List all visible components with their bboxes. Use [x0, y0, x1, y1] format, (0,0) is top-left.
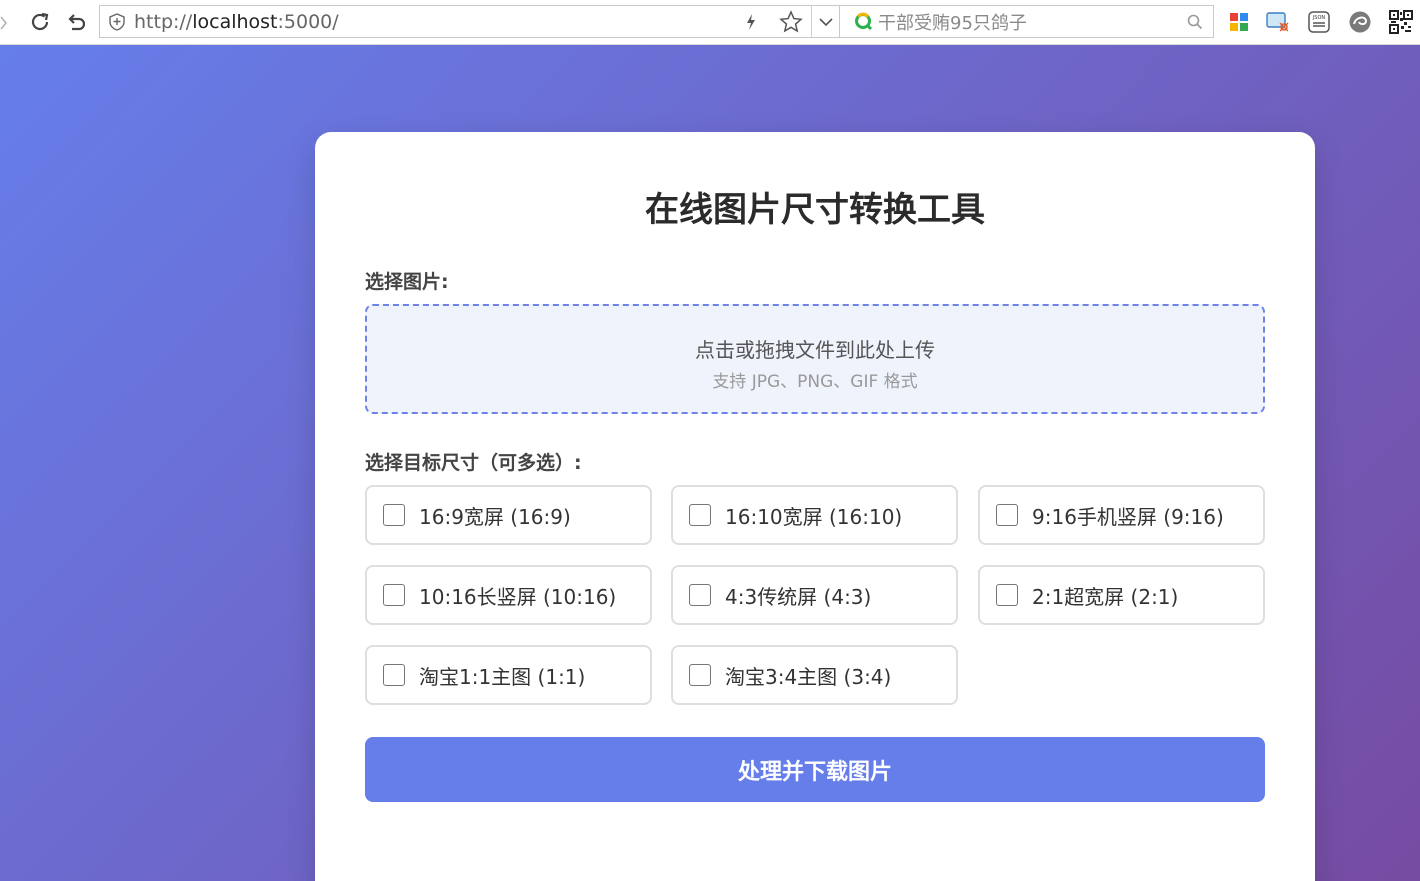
dropzone-format-hint: 支持 JPG、PNG、GIF 格式 — [712, 372, 918, 392]
size-option-label: 淘宝1:1主图 (1:1) — [419, 664, 586, 689]
page-background: 在线图片尺寸转换工具 选择图片: 点击或拖拽文件到此处上传 支持 JPG、PNG… — [0, 45, 1420, 881]
search-icon[interactable] — [1187, 14, 1203, 30]
url-text[interactable]: http://localhost:5000/ — [134, 11, 731, 33]
size-option-16-10[interactable]: 16:10宽屏 (16:10) — [671, 485, 958, 545]
swirl-extension-icon[interactable] — [1348, 10, 1372, 34]
size-option-2-1[interactable]: 2:1超宽屏 (2:1) — [978, 565, 1265, 625]
chevron-down-icon[interactable] — [812, 6, 839, 37]
size-option-label: 10:16长竖屏 (10:16) — [419, 584, 617, 609]
target-size-label: 选择目标尺寸（可多选）: — [365, 452, 582, 474]
process-download-button[interactable]: 处理并下载图片 — [365, 737, 1265, 802]
search-input[interactable]: 干部受贿95只鸽子 — [878, 9, 1187, 35]
file-dropzone[interactable]: 点击或拖拽文件到此处上传 支持 JPG、PNG、GIF 格式 — [365, 304, 1265, 414]
checkbox[interactable] — [383, 664, 405, 686]
back-arrow-icon[interactable] — [0, 16, 8, 30]
address-bar[interactable]: http://localhost:5000/ — [99, 5, 840, 38]
checkbox[interactable] — [383, 504, 405, 526]
size-option-taobao-3-4[interactable]: 淘宝3:4主图 (3:4) — [671, 645, 958, 705]
json-viewer-icon[interactable]: JSON — [1307, 10, 1331, 34]
size-option-label: 淘宝3:4主图 (3:4) — [725, 664, 892, 689]
browser-toolbar: http://localhost:5000/ 干部受贿95只鸽子 JSON — [0, 0, 1420, 45]
checkbox[interactable] — [689, 664, 711, 686]
size-options-grid: 16:9宽屏 (16:9) 16:10宽屏 (16:10) 9:16手机竖屏 (… — [365, 485, 1265, 707]
size-option-taobao-1-1[interactable]: 淘宝1:1主图 (1:1) — [365, 645, 652, 705]
url-rest: :5000/ — [277, 10, 339, 33]
refresh-icon — [31, 12, 49, 31]
size-option-label: 4:3传统屏 (4:3) — [725, 584, 872, 609]
size-option-9-16[interactable]: 9:16手机竖屏 (9:16) — [978, 485, 1265, 545]
checkbox[interactable] — [383, 584, 405, 606]
lightning-icon[interactable] — [731, 6, 771, 37]
refresh-button[interactable] — [26, 8, 54, 36]
size-option-label: 9:16手机竖屏 (9:16) — [1032, 504, 1224, 529]
size-option-10-16[interactable]: 10:16长竖屏 (10:16) — [365, 565, 652, 625]
apps-grid-icon[interactable] — [1227, 10, 1251, 34]
dropzone-main-text: 点击或拖拽文件到此处上传 — [695, 338, 935, 362]
page-title: 在线图片尺寸转换工具 — [645, 190, 985, 230]
size-option-4-3[interactable]: 4:3传统屏 (4:3) — [671, 565, 958, 625]
bookmark-star-icon[interactable] — [771, 6, 811, 37]
size-option-label: 16:9宽屏 (16:9) — [419, 504, 571, 529]
undo-icon — [68, 14, 86, 31]
search-box[interactable]: 干部受贿95只鸽子 — [840, 5, 1214, 38]
checkbox[interactable] — [996, 584, 1018, 606]
url-host: localhost — [192, 10, 278, 33]
svg-text:JSON: JSON — [1312, 15, 1326, 21]
security-shield-icon[interactable] — [100, 12, 134, 31]
undo-button[interactable] — [62, 8, 90, 36]
tool-card: 在线图片尺寸转换工具 选择图片: 点击或拖拽文件到此处上传 支持 JPG、PNG… — [315, 132, 1315, 881]
qr-code-icon[interactable] — [1389, 10, 1413, 34]
url-scheme: http:// — [134, 10, 193, 33]
size-option-label: 2:1超宽屏 (2:1) — [1032, 584, 1179, 609]
checkbox[interactable] — [996, 504, 1018, 526]
size-option-16-9[interactable]: 16:9宽屏 (16:9) — [365, 485, 652, 545]
screen-capture-icon[interactable] — [1266, 10, 1290, 34]
search-engine-logo-icon — [855, 12, 873, 30]
checkbox[interactable] — [689, 584, 711, 606]
checkbox[interactable] — [689, 504, 711, 526]
size-option-label: 16:10宽屏 (16:10) — [725, 504, 903, 529]
select-image-label: 选择图片: — [365, 271, 449, 293]
